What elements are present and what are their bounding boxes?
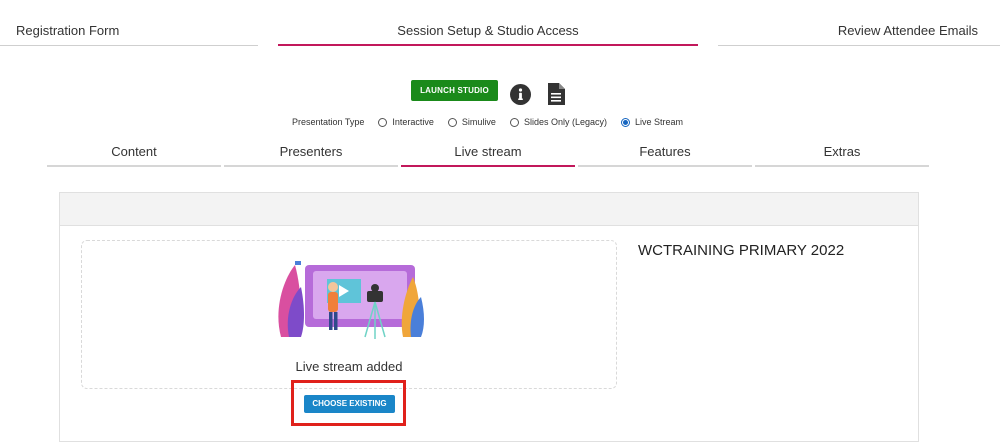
tab-underline xyxy=(47,165,221,167)
launch-studio-button[interactable]: LAUNCH STUDIO xyxy=(411,80,498,101)
live-stream-illustration xyxy=(278,261,424,339)
radio-option-interactive[interactable]: Interactive xyxy=(378,117,434,127)
tab-label: Content xyxy=(111,144,157,159)
live-stream-panel: Live stream added CHOOSE EXISTING WCTRAI… xyxy=(59,192,919,442)
step-label: Registration Form xyxy=(16,23,120,38)
step-review-attendee-emails[interactable]: Review Attendee Emails xyxy=(718,0,1000,46)
tab-label: Live stream xyxy=(454,144,522,159)
tab-underline xyxy=(755,165,929,167)
radio-option-slides-only[interactable]: Slides Only (Legacy) xyxy=(509,117,607,127)
step-label: Session Setup & Studio Access xyxy=(397,23,579,38)
tab-underline xyxy=(224,165,398,167)
panel-header xyxy=(60,193,918,226)
radio-option-live-stream[interactable]: Live Stream xyxy=(620,117,684,127)
radio-button[interactable] xyxy=(509,117,519,127)
presentation-type-label: Presentation Type xyxy=(292,117,365,127)
tab-label: Presenters xyxy=(279,144,343,159)
step-underline xyxy=(0,45,258,46)
live-stream-name: WCTRAINING PRIMARY 2022 xyxy=(638,242,845,259)
radio-label: Slides Only (Legacy) xyxy=(523,117,607,127)
step-registration-form[interactable]: Registration Form xyxy=(0,0,258,46)
tab-live-stream[interactable]: Live stream xyxy=(401,138,575,168)
tab-presenters[interactable]: Presenters xyxy=(224,138,398,168)
session-subtabs: Content Presenters Live stream Features … xyxy=(47,138,932,168)
tab-content[interactable]: Content xyxy=(47,138,221,168)
choose-existing-button[interactable]: CHOOSE EXISTING xyxy=(304,395,395,413)
radio-button[interactable] xyxy=(447,117,457,127)
tab-label: Features xyxy=(639,144,691,159)
step-label: Review Attendee Emails xyxy=(837,23,978,38)
tab-label: Extras xyxy=(823,144,861,159)
document-icon[interactable] xyxy=(547,83,565,105)
live-stream-dropzone: Live stream added xyxy=(81,240,617,389)
radio-option-simulive[interactable]: Simulive xyxy=(447,117,496,127)
step-underline xyxy=(718,45,1000,46)
radio-button[interactable] xyxy=(378,117,388,127)
tab-features[interactable]: Features xyxy=(578,138,752,168)
radio-label: Interactive xyxy=(392,117,434,127)
radio-button-selected[interactable] xyxy=(620,117,630,127)
presentation-type-group: Presentation Type Interactive Simulive S… xyxy=(292,114,697,130)
step-navigation: Registration Form Session Setup & Studio… xyxy=(0,0,1000,46)
step-underline-active xyxy=(278,44,698,46)
tab-underline-active xyxy=(401,165,575,167)
radio-label: Live Stream xyxy=(634,117,684,127)
tab-underline xyxy=(578,165,752,167)
step-session-setup[interactable]: Session Setup & Studio Access xyxy=(278,0,698,46)
live-stream-status: Live stream added xyxy=(295,359,403,374)
info-icon[interactable] xyxy=(510,84,531,105)
radio-label: Simulive xyxy=(461,117,496,127)
tab-extras[interactable]: Extras xyxy=(755,138,929,168)
